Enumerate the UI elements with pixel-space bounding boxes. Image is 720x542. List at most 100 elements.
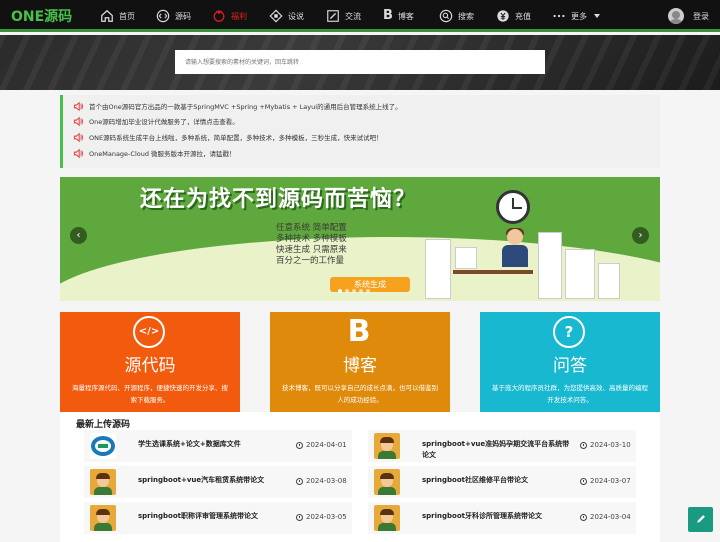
- item-date: 2024-03-04: [580, 513, 631, 521]
- card-title: 博客: [343, 356, 377, 376]
- site-logo[interactable]: ONE源码: [11, 6, 72, 26]
- paper-stack-illustration: [565, 249, 595, 299]
- list-item[interactable]: springboot社区维修平台带论文 2024-03-07: [368, 466, 636, 498]
- promo-slider[interactable]: 还在为找不到源码而苦恼？ 任意系统 简单配置 多种技术 多种模板 快速生成 只需…: [60, 177, 660, 301]
- notice-item[interactable]: OneManage-Cloud 微服务版本开源拉，请猛戳！: [73, 146, 236, 160]
- clock-icon: [296, 441, 303, 449]
- message-icon: [269, 9, 283, 23]
- nav-label: 更多: [571, 11, 587, 21]
- card-source-code[interactable]: </> 源代码 海量程序源代码、开源程序，便捷快速的开发分享、搜索下载服务。: [60, 312, 240, 412]
- card-blog[interactable]: B 博客 技术博客，既可以分享自己的成长点滴，也可以借鉴别人的成功经验。: [270, 312, 450, 412]
- list-item[interactable]: springboot+vue准妈妈孕期交流平台系统带论文 2024-03-10: [368, 430, 636, 462]
- notice-text: One源码增加毕业设计代做服务了，详情点击查看。: [89, 118, 239, 126]
- slide-dot[interactable]: [338, 289, 342, 293]
- login-link[interactable]: 登录: [693, 11, 709, 22]
- slider-prev-button[interactable]: ‹: [70, 227, 87, 244]
- item-title[interactable]: 学生选课系统+论文+数据库文件: [138, 439, 288, 450]
- notice-item[interactable]: One源码增加毕业设计代做服务了，详情点击查看。: [73, 114, 239, 128]
- list-item[interactable]: 学生选课系统+论文+数据库文件 2024-04-01: [84, 430, 352, 462]
- card-qa[interactable]: ? 问答 基于庞大的程序员社群，为您提供高效、高质量的编程开发技术问答。: [480, 312, 660, 412]
- nav-talk[interactable]: 设说: [269, 0, 304, 32]
- blog-b-icon: B: [347, 314, 371, 349]
- list-item[interactable]: springboot职称评审管理系统带论文 2024-03-05: [84, 502, 352, 534]
- pencil-icon: [696, 515, 705, 523]
- source-thumbnail: [90, 505, 116, 531]
- notice-item[interactable]: 首个由One源码官方出品的一款基于SpringMVC +Spring +Myba…: [73, 99, 402, 113]
- slide-headline: 还在为找不到源码而苦恼？: [140, 187, 417, 212]
- desk-illustration: [453, 270, 533, 274]
- nav-label: 福利: [231, 11, 247, 21]
- slider-next-button[interactable]: ›: [632, 227, 649, 244]
- slide-dot[interactable]: [345, 289, 349, 293]
- edit-icon: [327, 10, 339, 22]
- list-item[interactable]: springboot牙科诊所管理系统带论文 2024-03-04: [368, 502, 636, 534]
- date-text: 2024-03-04: [590, 513, 631, 521]
- clock-icon: [580, 513, 587, 521]
- paper-stack-illustration: [425, 239, 451, 299]
- nav-code[interactable]: 源码: [156, 0, 191, 32]
- nav-blog[interactable]: B 博客: [383, 0, 414, 32]
- top-navbar: ONE源码 首页 源码 福利 设说 交流 B 博客 搜索 充值 更多 登录: [0, 0, 720, 32]
- item-title[interactable]: springboot+vue汽车租赁系统带论文: [138, 475, 288, 486]
- item-title[interactable]: springboot社区维修平台带论文: [422, 475, 572, 486]
- nav-label: 充值: [515, 11, 531, 21]
- item-date: 2024-03-05: [296, 513, 347, 521]
- speaker-icon: [73, 101, 84, 111]
- item-title[interactable]: springboot职称评审管理系统带论文: [138, 511, 288, 522]
- item-date: 2024-03-10: [580, 441, 631, 449]
- nav-label: 源码: [175, 11, 191, 21]
- notice-item[interactable]: ONE源码系统生成平台上线啦，多种系统，简单配置，多种技术，多种模板，三秒生成，…: [73, 130, 383, 144]
- search-banner: [0, 35, 720, 90]
- list-item[interactable]: springboot+vue汽车租赁系统带论文 2024-03-08: [84, 466, 352, 498]
- slide-dot[interactable]: [359, 289, 363, 293]
- source-thumbnail: [90, 433, 116, 459]
- paper-stack-illustration: [598, 263, 620, 299]
- nav-label: 设说: [288, 11, 304, 21]
- slide-dot[interactable]: [366, 289, 370, 293]
- nav-label: 博客: [397, 11, 414, 21]
- date-text: 2024-03-05: [306, 513, 347, 521]
- nav-welfare[interactable]: 福利: [212, 0, 247, 32]
- paper-stack-illustration: [455, 247, 477, 269]
- source-thumbnail: [374, 505, 400, 531]
- nav-more[interactable]: 更多: [552, 0, 600, 32]
- clock-illustration: [496, 190, 530, 224]
- code-icon: </>: [133, 316, 165, 348]
- date-text: 2024-04-01: [306, 441, 347, 449]
- clock-icon: [580, 477, 587, 485]
- card-title: 问答: [553, 356, 587, 376]
- chevron-down-icon: [594, 14, 600, 18]
- nav-home[interactable]: 首页: [100, 0, 135, 32]
- slide-line: 多种技术 多种模板: [276, 234, 347, 244]
- clock-icon: [296, 477, 303, 485]
- nav-recharge[interactable]: 充值: [496, 0, 531, 32]
- nav-label: 首页: [119, 11, 135, 21]
- more-icon: [553, 14, 565, 18]
- section-title: 最新上传源码: [76, 420, 131, 430]
- home-icon: [101, 9, 113, 22]
- card-description: 基于庞大的程序员社群，为您提供高效、高质量的编程开发技术问答。: [492, 384, 648, 404]
- item-title[interactable]: springboot+vue准妈妈孕期交流平台系统带论文: [422, 439, 572, 461]
- search-input[interactable]: [175, 50, 545, 74]
- item-title[interactable]: springboot牙科诊所管理系统带论文: [422, 511, 572, 522]
- date-text: 2024-03-10: [590, 441, 631, 449]
- slide-line: 快速生成 只需原来: [276, 245, 347, 255]
- slide-dot[interactable]: [352, 289, 356, 293]
- slide-line: 任意系统 简单配置: [276, 223, 347, 233]
- slide-feature-list: 任意系统 简单配置 多种技术 多种模板 快速生成 只需原来 百分之一的工作量: [276, 223, 347, 267]
- card-title: 源代码: [124, 356, 176, 376]
- card-description: 技术博客，既可以分享自己的成长点滴，也可以借鉴别人的成功经验。: [282, 384, 438, 404]
- clock-icon: [296, 513, 303, 521]
- source-thumbnail: [374, 433, 400, 459]
- item-date: 2024-03-08: [296, 477, 347, 485]
- nav-label: 交流: [345, 11, 361, 21]
- nav-search[interactable]: 搜索: [439, 0, 474, 32]
- nav-label: 搜索: [458, 11, 474, 21]
- code-icon: [156, 9, 170, 23]
- nav-exchange[interactable]: 交流: [326, 0, 361, 32]
- card-description: 海量程序源代码、开源程序，便捷快速的开发分享、搜索下载服务。: [72, 384, 228, 404]
- floating-edit-button[interactable]: [688, 507, 713, 532]
- avatar-icon[interactable]: [668, 8, 684, 24]
- source-thumbnail: [374, 469, 400, 495]
- item-date: 2024-04-01: [296, 441, 347, 449]
